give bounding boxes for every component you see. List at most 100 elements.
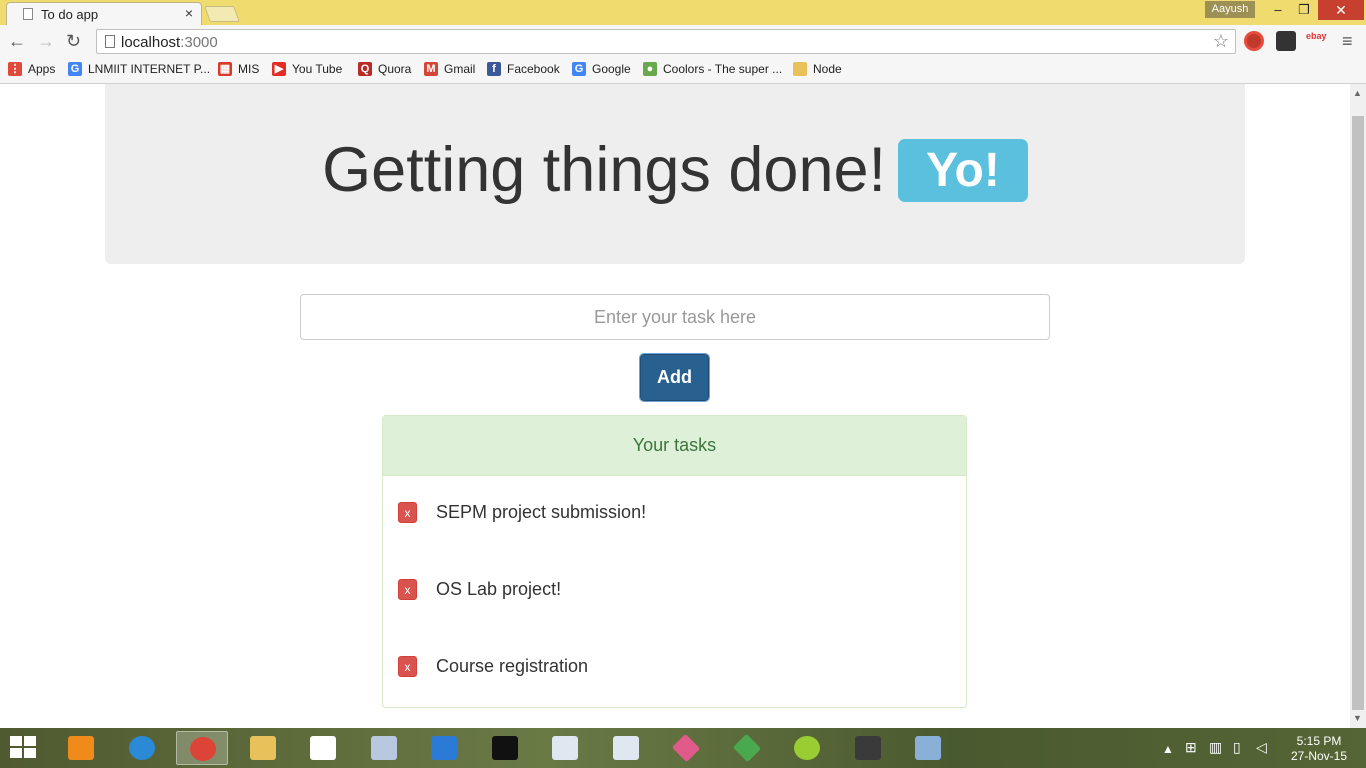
delete-task-button[interactable]: x bbox=[398, 501, 417, 523]
browser-toolbar: ← → ↻ localhost:3000 ☆ ebay ≡ bbox=[0, 25, 1366, 58]
colorful-diamond-icon bbox=[671, 733, 701, 763]
bookmark-label: Coolors - The super ... bbox=[663, 62, 783, 76]
clock-time: 5:15 PM bbox=[1296, 734, 1342, 748]
back-icon[interactable]: ← bbox=[8, 31, 26, 52]
bookmark-item[interactable]: ● Coolors - The super ... bbox=[643, 62, 782, 76]
new-tab-button[interactable] bbox=[204, 6, 240, 22]
taskbar-item[interactable] bbox=[116, 731, 168, 765]
url-text: localhost:3000 bbox=[121, 34, 218, 51]
bookmark-label: Facebook bbox=[507, 62, 560, 76]
vlc-icon bbox=[68, 736, 94, 760]
tasks-panel-title: Your tasks bbox=[383, 416, 966, 476]
taskbar-item[interactable] bbox=[539, 731, 591, 765]
bookmark-item[interactable]: Node bbox=[793, 62, 842, 76]
bookmark-item[interactable]: G Google bbox=[572, 62, 631, 76]
document-window-icon bbox=[552, 736, 578, 760]
task-text: SEPM project submission! bbox=[436, 501, 647, 522]
bookmark-label: LNMIIT INTERNET P... bbox=[88, 62, 211, 76]
tab-close-icon[interactable]: × bbox=[185, 5, 193, 21]
scroll-up-icon[interactable]: ▲ bbox=[1353, 88, 1362, 98]
page-icon bbox=[23, 8, 33, 20]
bookmark-label: You Tube bbox=[292, 62, 343, 76]
bookmark-item[interactable]: ▶ You Tube bbox=[272, 62, 342, 76]
wifi-hotspot-icon bbox=[431, 736, 457, 760]
youtube-icon: ▶ bbox=[272, 62, 286, 76]
task-item: x SEPM project submission! bbox=[398, 500, 646, 524]
extension-glasses-icon[interactable] bbox=[1276, 31, 1296, 51]
system-clock[interactable]: 5:15 PM 27-Nov-15 bbox=[1284, 734, 1354, 764]
restore-button[interactable]: ❐ bbox=[1291, 0, 1317, 20]
bookmarks-bar: ⋮ Apps G LNMIIT INTERNET P... ▦ MIS ▶ You Tube Q… bbox=[0, 58, 1366, 84]
yo-badge: Yo! bbox=[898, 138, 1028, 202]
taskbar-item[interactable] bbox=[600, 731, 652, 765]
taskbar-item[interactable] bbox=[660, 731, 712, 765]
page-heading: Getting things done! Yo! bbox=[105, 134, 1245, 206]
taskbar-item[interactable] bbox=[842, 731, 894, 765]
windows-start-icon[interactable] bbox=[10, 736, 38, 760]
ebay-extension-icon[interactable]: ebay bbox=[1306, 31, 1330, 51]
bookmark-item[interactable]: M Gmail bbox=[424, 62, 475, 76]
profile-name[interactable]: Aayush bbox=[1205, 1, 1255, 18]
google-icon: G bbox=[68, 62, 82, 76]
window-close-button[interactable]: ✕ bbox=[1318, 0, 1364, 20]
taskbar-item[interactable] bbox=[781, 731, 833, 765]
taskbar-item[interactable] bbox=[176, 731, 228, 765]
add-task-button[interactable]: Add bbox=[639, 353, 710, 402]
facebook-icon: f bbox=[487, 62, 501, 76]
scroll-down-icon[interactable]: ▼ bbox=[1353, 713, 1362, 723]
bookmark-label: MIS bbox=[238, 62, 260, 76]
coolors-icon: ● bbox=[643, 62, 657, 76]
bookmark-item[interactable]: Q Quora bbox=[358, 62, 411, 76]
delete-task-button[interactable]: x bbox=[398, 655, 417, 677]
bookmark-item[interactable]: ▦ MIS bbox=[218, 62, 259, 76]
battery-icon[interactable]: ▯ bbox=[1233, 739, 1241, 756]
browser-menu-icon[interactable]: ≡ bbox=[1342, 31, 1353, 52]
network-icon[interactable]: ▥ bbox=[1209, 739, 1222, 756]
folder-icon bbox=[793, 62, 807, 76]
chrome-icon bbox=[190, 737, 216, 761]
tray-overflow-icon[interactable]: ▲ bbox=[1162, 742, 1174, 756]
task-input[interactable] bbox=[300, 294, 1050, 340]
bookmark-label: Node bbox=[813, 62, 842, 76]
circle-app-icon bbox=[794, 736, 820, 760]
task-item: x Course registration bbox=[398, 654, 588, 678]
bookmark-label: Apps bbox=[28, 62, 56, 76]
taskbar-item[interactable] bbox=[297, 731, 349, 765]
bookmark-item[interactable]: G LNMIIT INTERNET P... bbox=[68, 62, 210, 76]
taskbar-item[interactable] bbox=[237, 731, 289, 765]
vertical-scrollbar[interactable]: ▲ ▼ bbox=[1350, 84, 1366, 728]
gmail-icon: M bbox=[424, 62, 438, 76]
minimize-button[interactable]: – bbox=[1265, 0, 1291, 20]
volume-icon[interactable]: ◁ bbox=[1256, 739, 1267, 756]
taskbar-item[interactable] bbox=[479, 731, 531, 765]
bookmark-star-icon[interactable]: ☆ bbox=[1213, 31, 1229, 52]
extension-power-icon[interactable] bbox=[1244, 31, 1264, 51]
address-bar[interactable]: localhost:3000 ☆ bbox=[96, 29, 1236, 54]
taskbar-item[interactable] bbox=[55, 731, 107, 765]
command-prompt-icon bbox=[492, 736, 518, 760]
browser-tab[interactable]: To do app × bbox=[6, 2, 202, 25]
forward-icon[interactable]: → bbox=[37, 31, 55, 52]
bookmark-item[interactable]: ⋮ Apps bbox=[8, 62, 55, 76]
reload-icon[interactable]: ↻ bbox=[66, 31, 81, 52]
apps-icon: ⋮ bbox=[8, 62, 22, 76]
keyboard-icon bbox=[371, 736, 397, 760]
windows-taskbar: ▲ ⊞ ▥ ▯ ◁ 5:15 PM 27-Nov-15 bbox=[0, 728, 1366, 768]
bookmark-label: Gmail bbox=[444, 62, 476, 76]
tab-title: To do app bbox=[41, 7, 99, 22]
bookmark-label: Google bbox=[592, 62, 631, 76]
taskbar-item[interactable] bbox=[902, 731, 954, 765]
taskbar-item[interactable] bbox=[358, 731, 410, 765]
scrollbar-thumb[interactable] bbox=[1352, 116, 1364, 710]
taskbar-item[interactable] bbox=[418, 731, 470, 765]
action-center-icon[interactable]: ⊞ bbox=[1185, 739, 1197, 756]
taskbar-item[interactable] bbox=[721, 731, 773, 765]
internet-explorer-icon bbox=[129, 736, 155, 760]
paint-icon bbox=[915, 736, 941, 760]
file-explorer-icon bbox=[250, 736, 276, 760]
document-window-icon bbox=[613, 736, 639, 760]
bookmark-label: Quora bbox=[378, 62, 412, 76]
bookmark-item[interactable]: f Facebook bbox=[487, 62, 560, 76]
delete-task-button[interactable]: x bbox=[398, 578, 417, 600]
colorful-diamond-icon bbox=[732, 733, 762, 763]
